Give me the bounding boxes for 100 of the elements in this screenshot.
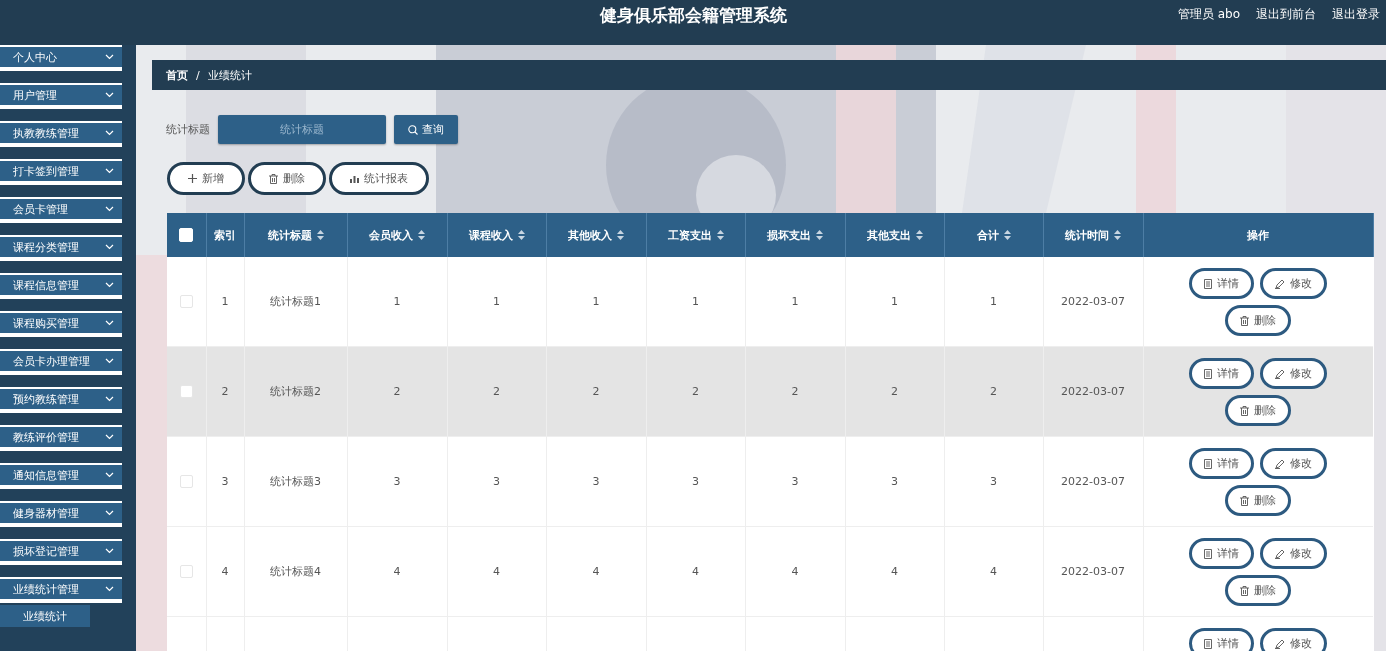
breadcrumb-item[interactable]: 首页	[166, 67, 188, 83]
edit-button[interactable]: 修改	[1260, 358, 1328, 389]
sidebar-item[interactable]: 损坏登记管理	[0, 539, 122, 565]
report-button[interactable]: 统计报表	[329, 162, 429, 195]
chevron-icon	[105, 320, 114, 326]
table-row[interactable]: 3 统计标题3 3 3 3 3 3 3 3 2022-03-07 详情 修改 删除	[167, 436, 1373, 527]
sidebar-item[interactable]: 课程信息管理	[0, 273, 122, 299]
edit-button[interactable]: 修改	[1260, 448, 1328, 479]
chevron-icon	[105, 434, 114, 440]
table-cell: 3	[393, 475, 401, 488]
detail-button[interactable]: 详情	[1189, 268, 1255, 299]
trash-icon	[1240, 315, 1250, 326]
sidebar-item[interactable]: 执教教练管理	[0, 121, 122, 147]
sort-icon[interactable]	[316, 230, 324, 240]
table-cell: 2	[221, 385, 229, 398]
sidebar-item[interactable]: 业绩统计管理	[0, 577, 122, 603]
select-all-checkbox[interactable]	[179, 228, 194, 242]
table-cell: 4	[592, 565, 600, 578]
column-header[interactable]: 统计时间	[1043, 213, 1143, 257]
sidebar-item[interactable]: 课程分类管理	[0, 235, 122, 261]
pencil-icon	[1275, 278, 1286, 289]
delete-button[interactable]: 删除	[1225, 395, 1292, 426]
trash-icon	[1240, 585, 1250, 596]
column-header[interactable]: 会员收入	[347, 213, 447, 257]
row-checkbox[interactable]	[179, 385, 193, 399]
table-cell: 2022-03-07	[1061, 385, 1125, 398]
edit-button[interactable]: 修改	[1260, 268, 1328, 299]
sidebar-item[interactable]: 会员卡管理	[0, 197, 122, 223]
sidebar-item[interactable]: 预约教练管理	[0, 387, 122, 413]
pencil-icon	[1275, 638, 1286, 649]
column-header[interactable]: 其他支出	[845, 213, 944, 257]
row-checkbox[interactable]	[179, 295, 193, 309]
table-row[interactable]: 详情 修改	[167, 616, 1373, 651]
delete-button[interactable]: 删除	[1225, 575, 1292, 606]
app-title: 健身俱乐部会籍管理系统	[599, 4, 787, 27]
edit-button[interactable]: 修改	[1260, 538, 1328, 569]
document-icon	[1204, 368, 1213, 379]
edit-button[interactable]: 修改	[1260, 628, 1328, 651]
column-header[interactable]: 损坏支出	[745, 213, 845, 257]
document-icon	[1204, 278, 1213, 289]
detail-button[interactable]: 详情	[1189, 358, 1255, 389]
table-cell: 1	[990, 295, 997, 308]
delete-button[interactable]: 删除	[1225, 305, 1292, 336]
detail-button[interactable]: 详情	[1189, 538, 1255, 569]
column-header[interactable]: 课程收入	[447, 213, 546, 257]
breadcrumb-separator: /	[196, 68, 200, 82]
table-cell: 2	[692, 385, 699, 398]
chevron-icon	[105, 510, 114, 516]
document-icon	[1204, 458, 1213, 469]
sort-icon[interactable]	[418, 230, 425, 240]
sidebar-item[interactable]: 个人中心	[0, 45, 122, 71]
header-link[interactable]: 管理员 abo	[1177, 6, 1240, 23]
table-cell: 2	[891, 385, 898, 398]
sidebar-item[interactable]: 用户管理	[0, 83, 122, 109]
table-row[interactable]: 2 统计标题2 2 2 2 2 2 2 2 2022-03-07 详情 修改 删除	[167, 346, 1373, 437]
sidebar-item[interactable]: 健身器材管理	[0, 501, 122, 527]
header-link[interactable]: 退出登录	[1332, 6, 1380, 23]
sidebar-item[interactable]: 会员卡办理管理	[0, 349, 122, 375]
table-cell: 2	[592, 385, 600, 398]
sidebar-item[interactable]: 通知信息管理	[0, 463, 122, 489]
sort-icon[interactable]	[617, 230, 624, 240]
header-link[interactable]: 退出到前台	[1256, 6, 1316, 23]
delete-button[interactable]: 删除	[1225, 485, 1292, 516]
delete-button[interactable]: 删除	[248, 162, 326, 195]
sort-icon[interactable]	[816, 230, 823, 240]
add-button[interactable]: 新增	[167, 162, 245, 195]
sort-icon[interactable]	[517, 230, 525, 240]
table-cell: 3	[493, 475, 500, 488]
table-row[interactable]: 4 统计标题4 4 4 4 4 4 4 4 2022-03-07 详情 修改 删除	[167, 526, 1373, 617]
detail-button[interactable]: 详情	[1189, 448, 1255, 479]
column-header[interactable]: 统计标题	[244, 213, 347, 257]
column-header: 操作	[1143, 213, 1373, 257]
column-header[interactable]: 其他收入	[546, 213, 646, 257]
chevron-icon	[105, 586, 114, 592]
chevron-icon	[105, 54, 114, 60]
table-row[interactable]: 1 统计标题1 1 1 1 1 1 1 1 2022-03-07 详情 修改 删除	[167, 257, 1373, 347]
column-header[interactable]: 合计	[944, 213, 1043, 257]
chevron-icon	[105, 168, 114, 174]
sort-icon[interactable]	[716, 230, 724, 240]
column-header[interactable]: 工资支出	[646, 213, 745, 257]
detail-button[interactable]: 详情	[1189, 628, 1255, 651]
trash-icon	[1240, 405, 1250, 416]
sort-icon[interactable]	[1003, 230, 1011, 240]
chevron-icon	[105, 472, 114, 478]
bar-chart-icon	[350, 174, 359, 183]
search-button[interactable]: 查询	[394, 115, 458, 144]
sidebar-subitem[interactable]: 业绩统计	[0, 605, 90, 627]
pencil-icon	[1275, 548, 1286, 559]
sidebar-item[interactable]: 课程购买管理	[0, 311, 122, 337]
sidebar-item[interactable]: 教练评价管理	[0, 425, 122, 451]
table-cell: 2	[791, 385, 799, 398]
sort-icon[interactable]	[915, 230, 923, 240]
sort-icon[interactable]	[1114, 230, 1121, 240]
row-checkbox[interactable]	[179, 475, 193, 489]
chevron-icon	[105, 396, 114, 402]
search-field[interactable]: 统计标题	[218, 115, 386, 144]
row-checkbox[interactable]	[179, 565, 193, 579]
table-cell: 4	[692, 565, 699, 578]
sidebar-item[interactable]: 打卡签到管理	[0, 159, 122, 185]
trash-icon	[1240, 495, 1250, 506]
